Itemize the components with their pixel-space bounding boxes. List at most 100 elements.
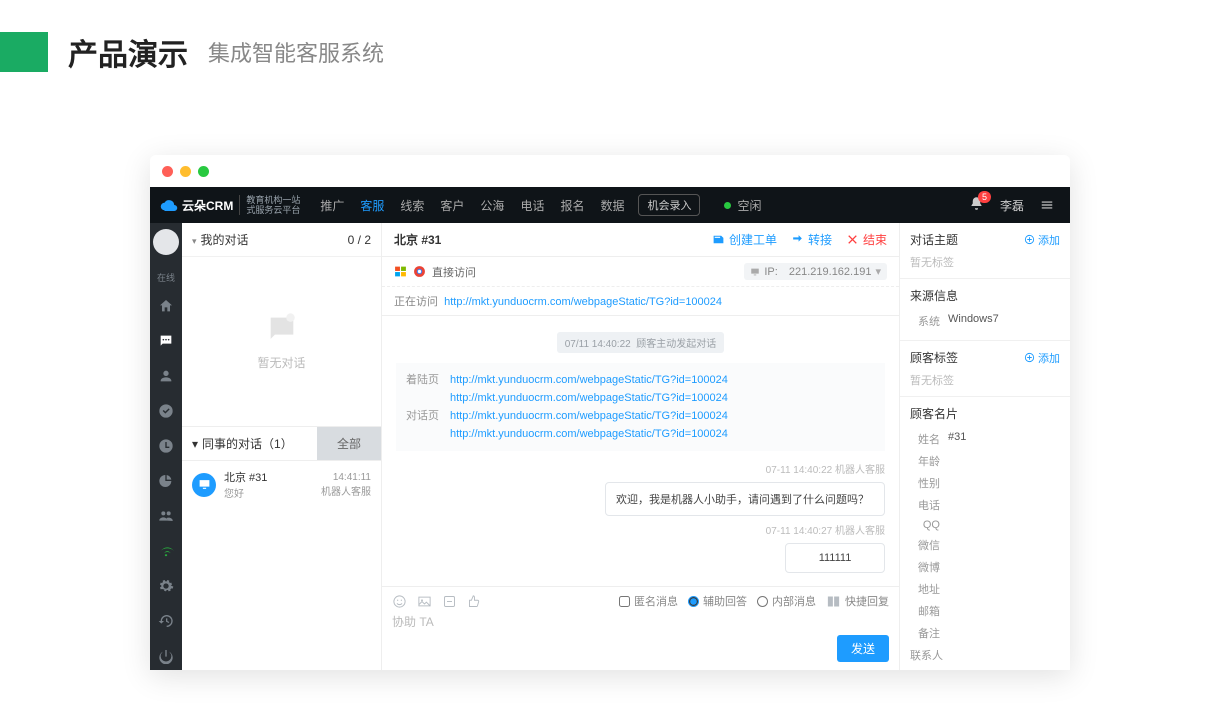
top-nav: 云朵CRM 教育机构一站式服务云平台 推广 客服 线索 客户 公海 电话 报名 … — [150, 187, 1070, 223]
accent-block — [0, 32, 48, 72]
app-body: 在线 ▾我的对话 0 / 2 暂无对话 ▾同事的对话（1） — [150, 223, 1070, 670]
nav-data[interactable]: 数据 — [600, 197, 624, 214]
quick-reply-button[interactable]: 快捷回复 — [826, 593, 889, 609]
window-titlebar — [150, 155, 1070, 187]
internal-radio[interactable]: 内部消息 — [757, 593, 816, 609]
dialog-url-2[interactable]: http://mkt.yunduocrm.com/webpageStatic/T… — [450, 425, 728, 443]
cust-tag-title: 顾客标签 — [910, 349, 958, 366]
rail-home[interactable] — [158, 298, 174, 319]
my-conv-header[interactable]: ▾ 我的对话 0 / 2 — [182, 223, 381, 257]
conv-time: 14:41:11 — [333, 472, 371, 483]
right-panel: 对话主题 添加 暂无标签 来源信息 系统Windows7 顾客标签 添加 暂无标… — [900, 223, 1070, 670]
rail-chat[interactable] — [158, 333, 174, 354]
message-input[interactable] — [392, 609, 889, 635]
transfer-button[interactable]: 转接 — [791, 231, 832, 248]
chat-panel: 北京 #31 创建工单 转接 结束 直接访问 IP: 221.219.162.1… — [382, 223, 900, 670]
rail-stats[interactable] — [158, 473, 174, 494]
clock-icon — [158, 438, 174, 454]
cloud-icon — [160, 196, 178, 214]
rail-power[interactable] — [158, 648, 174, 669]
gear-icon — [158, 578, 174, 594]
ticket-icon — [712, 233, 725, 246]
thumbs-up-icon[interactable] — [467, 594, 482, 609]
chat-icon — [158, 333, 174, 349]
record-opportunity-button[interactable]: 机会录入 — [638, 194, 700, 216]
my-conv-title: 我的对话 — [201, 233, 249, 247]
avatar[interactable] — [153, 229, 179, 255]
image-icon[interactable] — [417, 594, 432, 609]
bot-message-1: 欢迎，我是机器人小助手，请问遇到了什么问题吗？ — [605, 482, 885, 516]
rail-settings[interactable] — [158, 578, 174, 599]
chevron-down-icon[interactable]: ▾ — [875, 265, 881, 278]
conversation-item[interactable]: 北京 #31 您好 14:41:11 机器人客服 — [182, 461, 381, 508]
create-ticket-button[interactable]: 创建工单 — [712, 231, 777, 248]
slide-title: 产品演示 — [68, 30, 188, 74]
assist-radio[interactable]: 辅助回答 — [688, 593, 747, 609]
agent-status[interactable]: 空闲 — [724, 197, 761, 214]
nav-enroll[interactable]: 报名 — [560, 197, 584, 214]
peer-conv-title: 同事的对话（1） — [202, 435, 293, 452]
rail-user[interactable] — [158, 368, 174, 389]
menu-icon[interactable] — [1040, 198, 1054, 212]
nav-leads[interactable]: 线索 — [400, 197, 424, 214]
chat-meta-row: 直接访问 IP: 221.219.162.191 ▾ — [382, 257, 899, 287]
rail-group[interactable] — [158, 508, 174, 529]
maximize-dot[interactable] — [198, 166, 209, 177]
system-pill: 07/11 14:40:22 顾客主动发起对话 — [557, 332, 725, 353]
close-dot[interactable] — [162, 166, 173, 177]
card-name: #31 — [948, 431, 966, 447]
add-tag-button[interactable]: 添加 — [1024, 350, 1060, 366]
nav-phone[interactable]: 电话 — [520, 197, 544, 214]
landing-url-1[interactable]: http://mkt.yunduocrm.com/webpageStatic/T… — [450, 371, 728, 389]
page-info-block: 着陆页http://mkt.yunduocrm.com/webpageStati… — [396, 363, 885, 451]
landing-url-2[interactable]: http://mkt.yunduocrm.com/webpageStatic/T… — [450, 389, 728, 407]
attachment-icon[interactable] — [442, 594, 457, 609]
notifications-button[interactable]: 5 — [969, 196, 984, 214]
msg-stamp-2: 07-11 14:40:27 机器人客服 — [396, 522, 885, 537]
rail-history[interactable] — [158, 613, 174, 634]
nav-pool[interactable]: 公海 — [480, 197, 504, 214]
emoji-icon[interactable] — [392, 594, 407, 609]
user-name[interactable]: 李磊 — [1000, 197, 1024, 214]
my-conv-count: 0 / 2 — [348, 233, 371, 247]
visiting-row: 正在访问 http://mkt.yunduocrm.com/webpageSta… — [382, 287, 899, 316]
plus-icon — [1024, 352, 1035, 363]
topic-title: 对话主题 — [910, 231, 958, 248]
visit-url-link[interactable]: http://mkt.yunduocrm.com/webpageStatic/T… — [444, 296, 722, 308]
chat-title: 北京 #31 — [394, 231, 441, 248]
peer-conv-toggle[interactable]: ▾同事的对话（1） — [182, 427, 303, 460]
wifi-icon — [158, 543, 174, 559]
home-icon — [158, 298, 174, 314]
anon-checkbox[interactable]: 匿名消息 — [619, 593, 678, 609]
card-title: 顾客名片 — [910, 405, 958, 422]
monitor-icon — [198, 478, 211, 491]
rail-clock[interactable] — [158, 438, 174, 459]
transfer-icon — [791, 233, 804, 246]
nav-service[interactable]: 客服 — [360, 197, 384, 214]
dialog-url-1[interactable]: http://mkt.yunduocrm.com/webpageStatic/T… — [450, 407, 728, 425]
empty-state: 暂无对话 — [182, 257, 381, 427]
chevron-down-icon: ▾ — [192, 236, 197, 246]
nav-promo[interactable]: 推广 — [320, 197, 344, 214]
history-icon — [158, 613, 174, 629]
minimize-dot[interactable] — [180, 166, 191, 177]
send-button[interactable]: 发送 — [837, 635, 889, 662]
add-topic-button[interactable]: 添加 — [1024, 232, 1060, 248]
rail-check[interactable] — [158, 403, 174, 424]
power-icon — [158, 648, 174, 664]
end-button[interactable]: 结束 — [846, 231, 887, 248]
conv-by: 机器人客服 — [321, 483, 371, 498]
close-icon — [846, 233, 859, 246]
conv-avatar — [192, 473, 216, 497]
check-circle-icon — [158, 403, 174, 419]
peer-conv-header: ▾同事的对话（1） 全部 — [182, 427, 381, 461]
windows-icon — [394, 265, 407, 278]
nav-customers[interactable]: 客户 — [440, 197, 464, 214]
rail-wifi[interactable] — [158, 543, 174, 564]
brand[interactable]: 云朵CRM 教育机构一站式服务云平台 — [150, 195, 310, 215]
chat-body[interactable]: 07/11 14:40:22 顾客主动发起对话 着陆页http://mkt.yu… — [382, 316, 899, 586]
bot-message-2: 111111 — [785, 543, 885, 573]
ip-badge: IP: 221.219.162.191 ▾ — [744, 263, 887, 280]
status-text: 空闲 — [737, 197, 761, 214]
peer-tab-all[interactable]: 全部 — [317, 427, 381, 460]
